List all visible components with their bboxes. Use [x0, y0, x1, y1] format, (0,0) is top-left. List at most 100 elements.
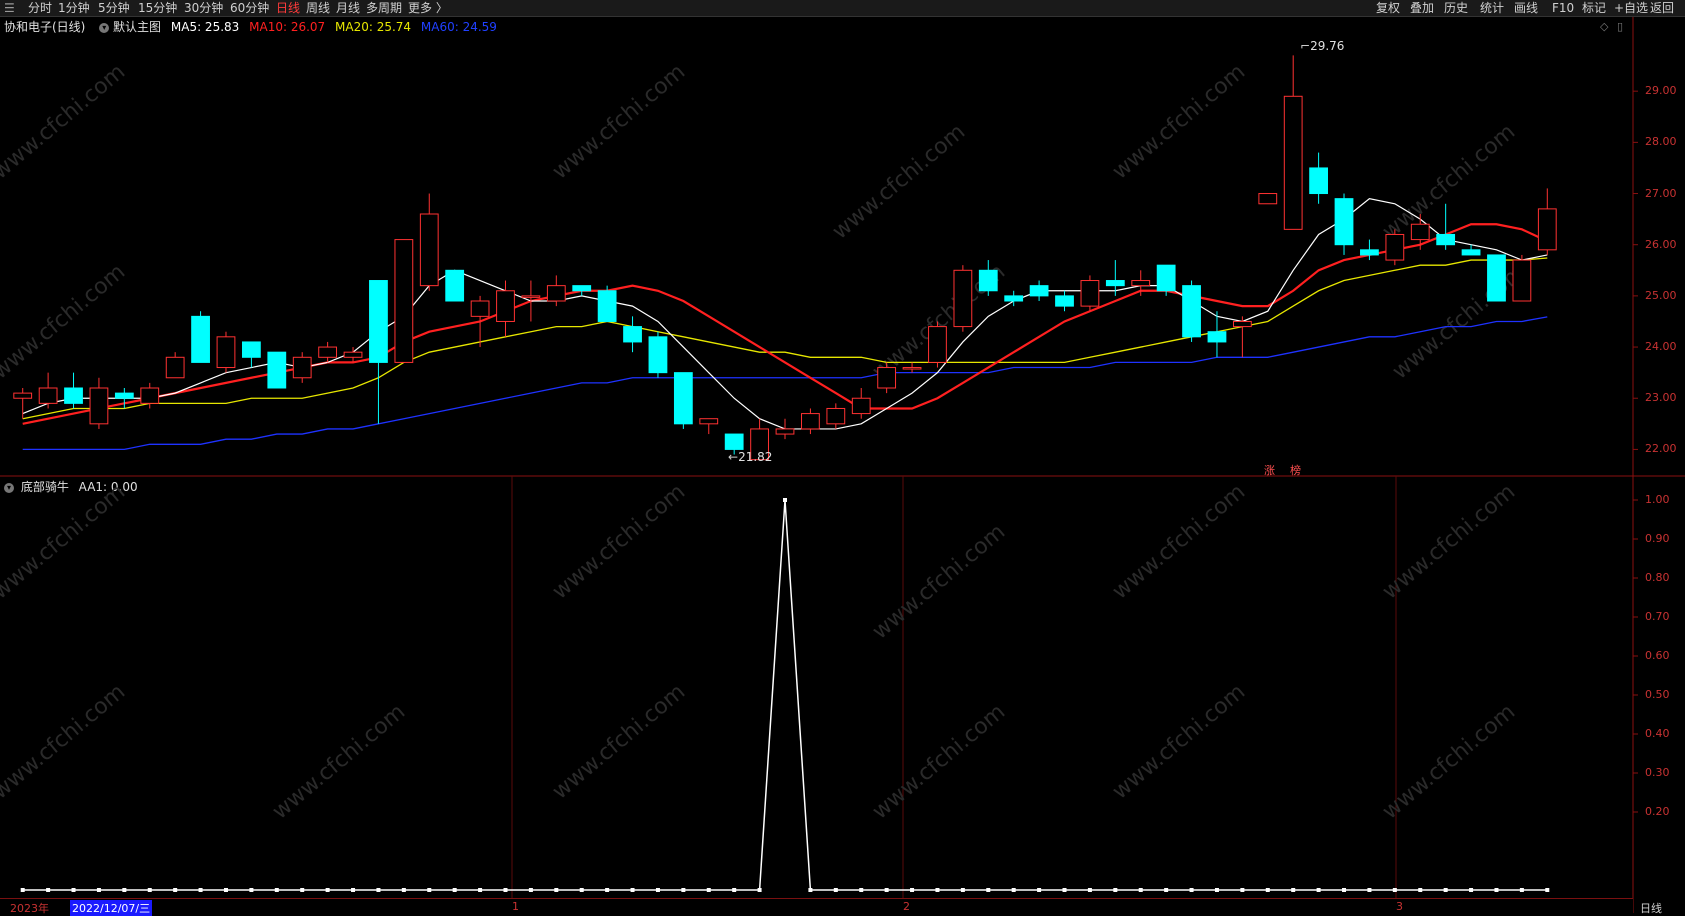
price-tick-label: 28.00: [1645, 135, 1677, 149]
watermark-text: www.cfchi.com: [0, 679, 130, 804]
indicator-point: [783, 498, 787, 502]
indicator-point: [910, 888, 915, 892]
indicator-tick-label: 0.80: [1645, 571, 1670, 584]
candle-body: [953, 269, 973, 328]
indicator-point: [935, 888, 940, 892]
price-tick-label: 23.00: [1645, 391, 1677, 405]
indicator-point: [757, 888, 762, 892]
watermark-text: www.cfchi.com: [0, 259, 130, 384]
watermark-text: www.cfchi.com: [868, 519, 1010, 644]
watermark-text: www.cfchi.com: [828, 119, 970, 244]
indicator-point: [300, 888, 305, 892]
indicator-tick-label: 0.60: [1645, 649, 1670, 662]
ma10-value: MA10: 26.07: [249, 20, 326, 34]
indicator-tick-label: 0.20: [1645, 805, 1670, 818]
indicator-point: [1214, 888, 1219, 892]
indicator-point: [1316, 888, 1321, 892]
period-tab-1[interactable]: 1分钟: [58, 0, 90, 16]
indicator-point: [46, 888, 51, 892]
indicator-point: [427, 888, 432, 892]
candle-body: [1080, 280, 1100, 307]
ma20-line: [22, 257, 1548, 420]
indicator-point: [808, 888, 813, 892]
period-tab-2[interactable]: 5分钟: [98, 0, 130, 16]
toolbar-action-6[interactable]: 标记: [1582, 0, 1606, 16]
candle-body: [1487, 254, 1506, 302]
indicator-tick-label: 0.90: [1645, 532, 1670, 545]
scroll-up-icon[interactable]: ▯: [1617, 20, 1623, 33]
indicator-point: [1367, 888, 1372, 892]
chart-settings-icon[interactable]: ◇: [1600, 20, 1608, 33]
candle-body: [801, 413, 820, 430]
candle-body: [242, 341, 261, 358]
menu-icon[interactable]: ☰: [4, 0, 15, 16]
toolbar-action-8[interactable]: 返回: [1650, 0, 1674, 16]
indicator-tick-label: 0.50: [1645, 688, 1670, 701]
period-tab-9[interactable]: 多周期: [366, 0, 402, 16]
period-toolbar: ☰ 分时 1分钟 5分钟 15分钟 30分钟 60分钟 日线 周线 月线 多周期 更多 〉 复权 叠加…: [0, 0, 1685, 17]
watermark-text: www.cfchi.com: [268, 699, 410, 824]
limit-up-badge[interactable]: 涨: [1264, 462, 1275, 478]
candle-body: [369, 280, 388, 363]
kline-chart[interactable]: www.cfchi.com www.cfchi.com www.cfchi.com w…: [0, 0, 1685, 913]
price-tick-label: 25.00: [1645, 288, 1677, 302]
period-tab-3[interactable]: 15分钟: [138, 0, 177, 16]
period-tab-6[interactable]: 日线: [276, 0, 300, 16]
toolbar-action-2[interactable]: 历史: [1444, 0, 1468, 16]
candle-body: [419, 213, 439, 287]
indicator-point: [376, 888, 381, 892]
period-tab-5[interactable]: 60分钟: [230, 0, 269, 16]
toolbar-action-7[interactable]: +自选: [1614, 0, 1648, 16]
toolbar-action-5[interactable]: F10: [1552, 0, 1574, 16]
indicator-point: [1062, 888, 1067, 892]
indicator-point: [1087, 888, 1092, 892]
indicator-point: [1265, 888, 1270, 892]
year-label: 2023年: [10, 902, 49, 915]
watermark-text: www.cfchi.com: [1388, 259, 1530, 384]
period-tab-4[interactable]: 30分钟: [184, 0, 223, 16]
candle-body: [445, 269, 465, 302]
period-tab-0[interactable]: 分时: [28, 0, 52, 16]
indicator-point: [1189, 888, 1194, 892]
indicator-point: [249, 888, 254, 892]
candle-body: [38, 387, 58, 404]
indicator-point: [528, 888, 533, 892]
indicator-point: [1037, 888, 1042, 892]
candle-body: [140, 387, 160, 404]
period-tab-8[interactable]: 月线: [336, 0, 360, 16]
watermark-text: www.cfchi.com: [0, 59, 130, 184]
toolbar-action-3[interactable]: 统计: [1480, 0, 1504, 16]
indicator-point: [960, 888, 965, 892]
period-tab-10[interactable]: 更多 〉: [408, 0, 448, 16]
candle-body: [851, 397, 871, 415]
indicator-tick-label: 0.40: [1645, 727, 1670, 740]
indicator-point: [478, 888, 483, 892]
month-label-2: 2: [903, 900, 910, 913]
indicator-point: [1494, 888, 1499, 892]
candle-body: [826, 407, 846, 425]
indicator-point: [1443, 888, 1448, 892]
ma60-line: [22, 316, 1548, 451]
candle-body: [1309, 167, 1329, 195]
candle-body: [13, 392, 33, 399]
price-tick-label: 27.00: [1645, 186, 1677, 200]
price-tick-label: 26.00: [1645, 237, 1677, 251]
toolbar-action-4[interactable]: 画线: [1514, 0, 1538, 16]
candle-body: [1004, 295, 1024, 302]
ranking-badge[interactable]: 榜: [1290, 462, 1301, 478]
price-tick-label: 29.00: [1645, 84, 1677, 98]
candle-body: [928, 326, 947, 363]
indicator-tick-label: 0.30: [1645, 766, 1670, 779]
period-label[interactable]: 日线: [1640, 900, 1662, 916]
indicator-point: [986, 888, 991, 892]
template-selector[interactable]: ▾ 默认主图: [99, 20, 165, 34]
candle-body: [1512, 259, 1532, 302]
period-tab-7[interactable]: 周线: [306, 0, 330, 16]
indicator-selector-icon[interactable]: ▾: [4, 482, 14, 493]
stock-title: 协和电子(日线): [4, 20, 86, 34]
indicator-point: [351, 888, 356, 892]
candle-body: [1029, 285, 1049, 297]
toolbar-action-1[interactable]: 叠加: [1410, 0, 1434, 16]
toolbar-action-0[interactable]: 复权: [1376, 0, 1400, 16]
indicator-point: [20, 888, 25, 892]
